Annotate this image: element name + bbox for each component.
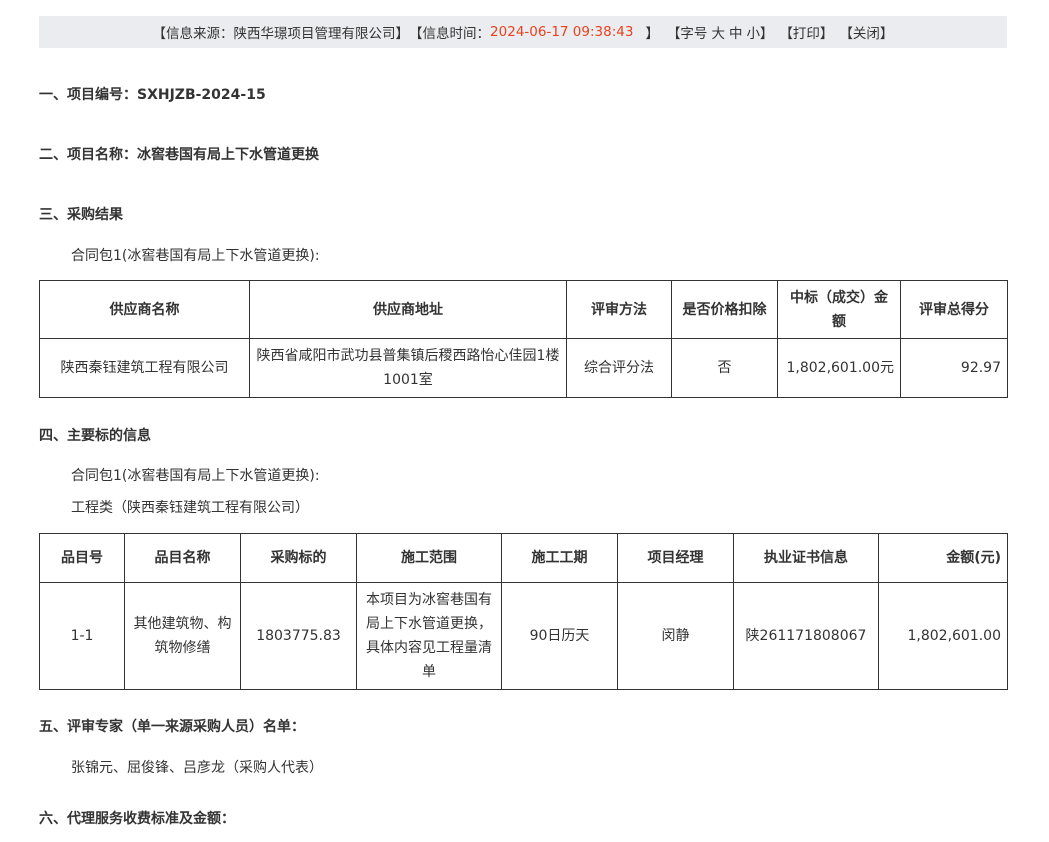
items-table: 品目号 品目名称 采购标的 施工范围 施工工期 项目经理 执业证书信息 金额(元… [39, 533, 1008, 690]
items-header-row: 品目号 品目名称 采购标的 施工范围 施工工期 项目经理 执业证书信息 金额(元… [39, 533, 1008, 583]
section-fees: 六、代理服务收费标准及金额： [39, 811, 235, 827]
items-category: 工程类（陕西秦钰建筑工程有限公司） [71, 500, 309, 516]
section-result: 三、采购结果 [39, 207, 123, 223]
price-deduction: 否 [671, 338, 778, 398]
header-item-amount: 金额(元) [878, 533, 1008, 583]
item-manager: 闵静 [617, 582, 734, 690]
header-item-name: 品目名称 [124, 533, 241, 583]
item-name: 其他建筑物、构筑物修缮 [124, 582, 241, 690]
items-package: 合同包1(冰窖巷国有局上下水管道更换): [71, 468, 320, 484]
font-size-label: 【字号 [666, 26, 708, 42]
info-bar: 【信息来源：陕西华璟项目管理有限公司】 【信息时间： 2024-06-17 09… [39, 16, 1007, 48]
section-experts: 五、评审专家（单一来源采购人员）名单： [39, 719, 305, 735]
result-table: 供应商名称 供应商地址 评审方法 是否价格扣除 中标（成交）金额 评审总得分 陕… [39, 280, 1008, 398]
header-item-period: 施工工期 [501, 533, 618, 583]
header-item-cert: 执业证书信息 [733, 533, 879, 583]
result-header-row: 供应商名称 供应商地址 评审方法 是否价格扣除 中标（成交）金额 评审总得分 [39, 280, 1008, 339]
header-item-scope: 施工范围 [356, 533, 502, 583]
total-score: 92.97 [900, 338, 1008, 398]
header-item-manager: 项目经理 [617, 533, 734, 583]
item-amount: 1,802,601.00 [878, 582, 1008, 690]
section-items: 四、主要标的信息 [39, 428, 151, 444]
font-medium-link[interactable]: 中 [729, 22, 743, 42]
project-number: 一、项目编号：SXHJZB-2024-15 [39, 87, 266, 103]
item-target: 1803775.83 [240, 582, 357, 690]
header-deduction: 是否价格扣除 [671, 280, 778, 339]
header-supplier-address: 供应商地址 [249, 280, 567, 339]
info-source: 【信息来源：陕西华璟项目管理有限公司】 [152, 26, 410, 42]
item-period: 90日历天 [501, 582, 618, 690]
item-cert: 陕261171808067 [733, 582, 879, 690]
header-supplier-name: 供应商名称 [39, 280, 250, 339]
item-no: 1-1 [39, 582, 125, 690]
project-name: 二、项目名称：冰窖巷国有局上下水管道更换 [39, 147, 319, 163]
info-time-label: 【信息时间： [409, 26, 491, 42]
supplier-address: 陕西省咸阳市武功县普集镇后稷西路怡心佳园1楼1001室 [249, 338, 567, 398]
font-small-link[interactable]: 小】 [746, 22, 773, 42]
result-package: 合同包1(冰窖巷国有局上下水管道更换): [71, 248, 320, 264]
experts-list: 张锦元、屈俊锋、吕彦龙（采购人代表） [71, 760, 323, 776]
header-amount: 中标（成交）金额 [777, 280, 901, 339]
header-score: 评审总得分 [900, 280, 1008, 339]
supplier-name: 陕西秦钰建筑工程有限公司 [39, 338, 250, 398]
bid-amount: 1,802,601.00元 [777, 338, 901, 398]
font-large-link[interactable]: 大 [711, 22, 725, 42]
info-time-close: 】 [645, 26, 659, 42]
close-link[interactable]: 【关闭】 [839, 22, 893, 42]
print-link[interactable]: 【打印】 [779, 22, 833, 42]
item-scope: 本项目为冰窖巷国有局上下水管道更换，具体内容见工程量清单 [356, 582, 502, 690]
review-method: 综合评分法 [566, 338, 672, 398]
table-row: 陕西秦钰建筑工程有限公司 陕西省咸阳市武功县普集镇后稷西路怡心佳园1楼1001室… [39, 338, 1008, 398]
info-time-value: 2024-06-17 09:38:43 [490, 24, 634, 40]
header-item-no: 品目号 [39, 533, 125, 583]
header-item-target: 采购标的 [240, 533, 357, 583]
table-row: 1-1 其他建筑物、构筑物修缮 1803775.83 本项目为冰窖巷国有局上下水… [39, 582, 1008, 690]
header-method: 评审方法 [566, 280, 672, 339]
